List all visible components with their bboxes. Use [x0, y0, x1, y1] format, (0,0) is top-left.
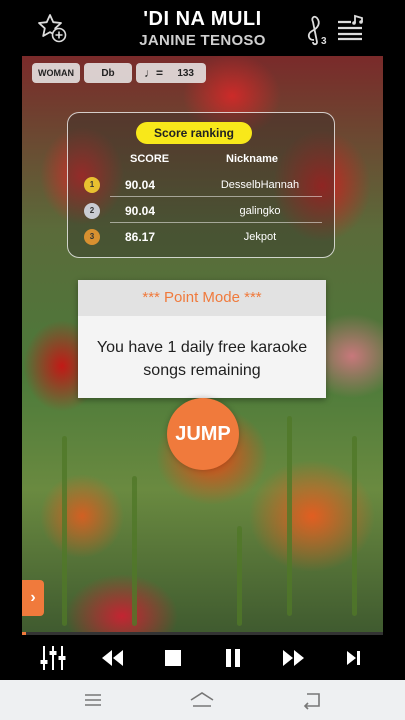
ranking-score: 86.17: [125, 230, 156, 244]
stem-decoration: [352, 436, 357, 616]
ranking-nickname: DesselbHannah: [220, 179, 300, 191]
tempo-value: 133: [177, 67, 194, 79]
tempo-badge[interactable]: ♩= 133: [136, 63, 206, 83]
karaoke-screen: 'DI NA MULI JANINE TENOSO 3 WOMAN Db ♩= …: [0, 0, 405, 720]
key-badge[interactable]: Db: [84, 63, 132, 83]
left-letterbox: [0, 0, 22, 680]
right-letterbox: [383, 0, 405, 680]
stem-decoration: [62, 436, 67, 626]
row-divider: [110, 196, 322, 197]
nickname-column-header: Nickname: [226, 153, 278, 165]
bronze-medal-icon: 3: [84, 229, 100, 245]
ranking-score: 90.04: [125, 178, 156, 192]
ranking-row: 2 90.04 galingko: [80, 199, 322, 223]
dialog-message: You have 1 daily free karaoke songs rema…: [96, 339, 308, 379]
stem-decoration: [237, 526, 242, 626]
svg-text:3: 3: [321, 36, 327, 46]
dialog-title: *** Point Mode ***: [78, 280, 326, 316]
point-mode-dialog[interactable]: *** Point Mode *** You have 1 daily free…: [78, 280, 326, 398]
system-navigation-bar: [0, 680, 405, 720]
pause-icon[interactable]: [218, 643, 248, 673]
expand-panel-arrow-icon[interactable]: ›: [22, 580, 44, 616]
song-header: 'DI NA MULI JANINE TENOSO 3: [22, 0, 383, 56]
song-info-strip: WOMAN Db ♩= 133: [32, 63, 206, 83]
back-icon[interactable]: [299, 688, 325, 712]
home-icon[interactable]: [189, 688, 215, 712]
list-music-icon[interactable]: [336, 14, 364, 42]
ranking-score: 90.04: [125, 204, 156, 218]
fast-forward-icon[interactable]: [278, 643, 308, 673]
ranking-nickname: Jekpot: [243, 231, 277, 243]
silver-medal-icon: 2: [84, 203, 100, 219]
recent-apps-icon[interactable]: [80, 688, 106, 712]
rewind-icon[interactable]: [98, 643, 128, 673]
score-ranking-title: Score ranking: [136, 122, 252, 144]
voice-badge[interactable]: WOMAN: [32, 63, 80, 83]
ranking-row: 3 86.17 Jekpot: [80, 225, 322, 249]
score-ranking-panel: Score ranking SCORE Nickname 1 90.04 Des…: [67, 112, 335, 258]
ranking-row: 1 90.04 DesselbHannah: [80, 173, 322, 197]
jump-button[interactable]: JUMP: [167, 398, 239, 470]
quarter-note-icon: ♩=: [144, 66, 164, 80]
gold-medal-icon: 1: [84, 177, 100, 193]
ranking-nickname: galingko: [239, 205, 281, 217]
row-divider: [110, 222, 322, 223]
skip-next-icon[interactable]: [338, 643, 368, 673]
treble-clef-icon[interactable]: 3: [302, 10, 330, 47]
stem-decoration: [132, 476, 137, 626]
stem-decoration: [287, 416, 292, 616]
playback-controls: [22, 635, 383, 680]
score-column-header: SCORE: [130, 153, 170, 165]
stop-icon[interactable]: [158, 643, 188, 673]
mixer-icon[interactable]: [38, 643, 68, 673]
